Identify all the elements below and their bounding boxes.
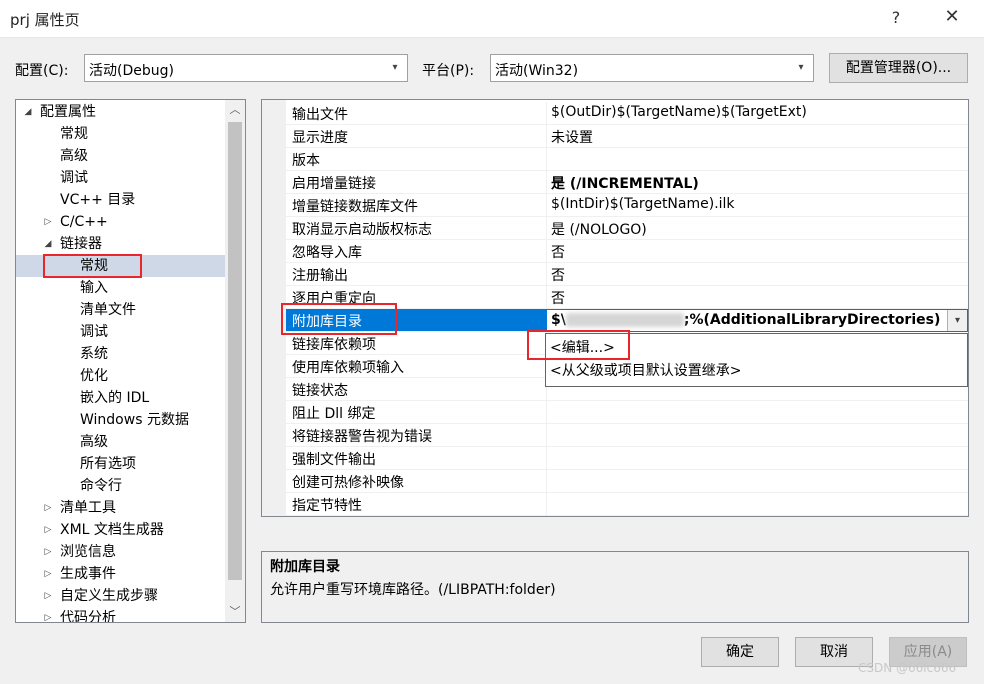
expand-icon[interactable]: ▷ [42, 563, 54, 585]
scroll-down-icon[interactable]: ﹀ [225, 602, 245, 622]
prop-row-show-progress[interactable]: 显示进度 未设置 [286, 125, 968, 148]
config-value: 活动(Debug) [89, 63, 174, 79]
tree-item-linker-optimization[interactable]: 优化 [80, 365, 108, 387]
tree-item-linker-input[interactable]: 输入 [80, 277, 108, 299]
prop-row-incremental[interactable]: 启用增量链接 是 (/INCREMENTAL) [286, 171, 968, 194]
tree-item-linker-all-options[interactable]: 所有选项 [80, 453, 136, 475]
tree-item-vc-directories[interactable]: VC++ 目录 [60, 189, 135, 211]
additional-lib-dirs-value[interactable]: $\ ;%(AdditionalLibraryDirectories) ▾ [546, 309, 968, 332]
scrollbar-thumb[interactable] [228, 122, 242, 580]
prop-row-per-user-redirect[interactable]: 逐用户重定向 否 [286, 286, 968, 309]
expand-icon[interactable]: ▷ [42, 497, 54, 519]
property-grid[interactable]: 输出文件 $(OutDir)$(TargetName)$(TargetExt) … [261, 99, 969, 517]
prop-row-ignore-import-lib[interactable]: 忽略导入库 否 [286, 240, 968, 263]
prop-row-warnings-as-errors[interactable]: 将链接器警告视为错误 [286, 424, 968, 447]
tree-item-linker-manifest[interactable]: 清单文件 [80, 299, 136, 321]
grid-gutter [262, 100, 286, 516]
prop-row-output-file[interactable]: 输出文件 $(OutDir)$(TargetName)$(TargetExt) [286, 102, 968, 125]
title-bar: prj 属性页 ? ✕ [0, 0, 984, 38]
dropdown-option-inherit[interactable]: <从父级或项目默认设置继承> [550, 360, 741, 380]
config-select[interactable]: 活动(Debug) ▾ [84, 54, 408, 82]
description-title: 附加库目录 [270, 559, 340, 575]
value-dropdown-list[interactable]: <编辑...> <从父级或项目默认设置继承> [545, 333, 968, 387]
window-title: prj 属性页 [10, 11, 80, 29]
tree-item-linker-windows-metadata[interactable]: Windows 元数据 [80, 409, 189, 431]
tree-scrollbar[interactable]: ︿ ﹀ [225, 100, 245, 622]
platform-select[interactable]: 活动(Win32) ▾ [490, 54, 814, 82]
collapse-icon[interactable]: ◢ [42, 233, 54, 255]
expand-icon[interactable]: ▷ [42, 607, 54, 622]
description-text: 允许用户重写环境库路径。(/LIBPATH:folder) [270, 582, 556, 598]
prop-row-force-file-output[interactable]: 强制文件输出 [286, 447, 968, 470]
platform-value: 活动(Win32) [495, 63, 579, 79]
platform-label: 平台(P): [422, 63, 475, 79]
tree-item-general[interactable]: 常规 [60, 123, 88, 145]
tree-item-linker-general[interactable]: 常规 [16, 255, 225, 277]
chevron-down-icon: ▾ [392, 62, 398, 73]
prop-row-prevent-dll-binding[interactable]: 阻止 Dll 绑定 [286, 401, 968, 424]
ok-button[interactable]: 确定 [701, 637, 779, 667]
prop-row-version[interactable]: 版本 [286, 148, 968, 171]
expand-icon[interactable]: ▷ [42, 211, 54, 233]
prop-row-hotpatchable[interactable]: 创建可热修补映像 [286, 470, 968, 493]
tree-item-linker-advanced[interactable]: 高级 [80, 431, 108, 453]
scroll-up-icon[interactable]: ︿ [225, 100, 245, 120]
property-tree[interactable]: ◢ 配置属性 常规 高级 调试 VC++ 目录 ▷ C/C++ ◢ 链接器 常规… [15, 99, 246, 623]
expand-icon[interactable]: ▷ [42, 585, 54, 607]
tree-item-debugging[interactable]: 调试 [60, 167, 88, 189]
prop-row-additional-lib-dirs[interactable]: 附加库目录 $\ ;%(AdditionalLibraryDirectories)… [286, 309, 968, 332]
prop-row-nologo[interactable]: 取消显示启动版权标志 是 (/NOLOGO) [286, 217, 968, 240]
chevron-down-icon: ▾ [798, 62, 804, 73]
expand-icon[interactable]: ▷ [42, 519, 54, 541]
redacted-path [565, 313, 684, 327]
chevron-down-icon[interactable]: ▾ [947, 310, 967, 331]
config-manager-button[interactable]: 配置管理器(O)... [829, 53, 968, 83]
close-icon[interactable]: ✕ [938, 6, 966, 27]
tree-item-linker-system[interactable]: 系统 [80, 343, 108, 365]
config-label: 配置(C): [15, 63, 69, 79]
prop-row-section-attributes[interactable]: 指定节特性 [286, 493, 968, 516]
prop-row-ilk-file[interactable]: 增量链接数据库文件 $(IntDir)$(TargetName).ilk [286, 194, 968, 217]
tree-item-linker-embedded-idl[interactable]: 嵌入的 IDL [80, 387, 149, 409]
tree-item-advanced[interactable]: 高级 [60, 145, 88, 167]
prop-row-register-output[interactable]: 注册输出 否 [286, 263, 968, 286]
dropdown-option-edit[interactable]: <编辑...> [550, 337, 615, 357]
expand-icon[interactable]: ▷ [42, 541, 54, 563]
description-panel: 附加库目录 允许用户重写环境库路径。(/LIBPATH:folder) [261, 551, 969, 623]
tree-item-linker-debugging[interactable]: 调试 [80, 321, 108, 343]
tree-item-linker-command-line[interactable]: 命令行 [80, 475, 122, 497]
help-icon[interactable]: ? [886, 8, 906, 27]
watermark: CSDN @66lc666 [858, 661, 957, 675]
collapse-icon[interactable]: ◢ [22, 101, 34, 123]
